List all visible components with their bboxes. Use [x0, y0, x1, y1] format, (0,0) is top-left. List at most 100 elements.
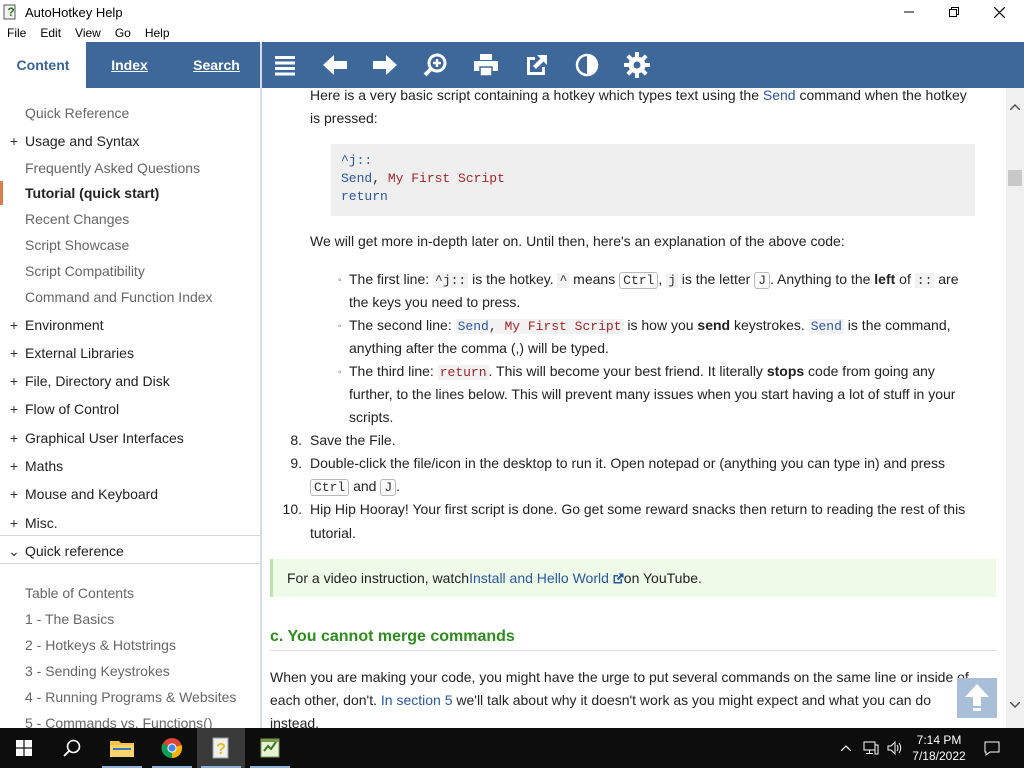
text: and	[349, 478, 381, 494]
start-button[interactable]	[0, 728, 48, 768]
expand-icon[interactable]: +	[8, 345, 20, 361]
sidebar-item-command-index[interactable]: Command and Function Index	[0, 285, 260, 309]
menu-help[interactable]: Help	[138, 26, 177, 40]
expand-icon[interactable]: +	[8, 486, 20, 502]
sidebar-item-flow-of-control[interactable]: + Flow of Control	[0, 397, 260, 421]
toc-item[interactable]: 1 - The Basics	[0, 607, 260, 631]
merge-paragraph-line3: instead.	[270, 715, 320, 728]
menu-edit[interactable]: Edit	[33, 26, 68, 40]
expand-icon[interactable]: +	[8, 133, 20, 149]
clock[interactable]: 7:14 PM 7/18/2022	[908, 732, 970, 764]
sidebar-item-label: Graphical User Interfaces	[25, 430, 184, 446]
section-5-link[interactable]: In section 5	[381, 692, 453, 708]
notifications-button[interactable]	[978, 728, 1006, 768]
text: is how you	[623, 317, 698, 333]
sidebar-item-faq[interactable]: Frequently Asked Questions	[0, 156, 260, 180]
text: is the command,	[843, 317, 951, 333]
sidebar-tabs: Content Index Search	[0, 42, 260, 88]
hamburger-menu-icon	[275, 56, 295, 76]
code-argument: My First Script	[387, 171, 505, 186]
menu-go[interactable]: Go	[108, 26, 138, 40]
close-button[interactable]	[976, 0, 1022, 24]
sidebar-item-label: Misc.	[25, 515, 58, 531]
sidebar-item-external-libraries[interactable]: + External Libraries	[0, 341, 260, 365]
back-button[interactable]	[320, 50, 350, 80]
sidebar-item-mouse-and-keyboard[interactable]: + Mouse and Keyboard	[0, 482, 260, 506]
code-line: Send, My First Script	[341, 170, 965, 188]
expand-icon[interactable]: +	[8, 458, 20, 474]
toc-item[interactable]: Table of Contents	[0, 581, 260, 605]
clock-date: 7/18/2022	[912, 749, 966, 763]
minimize-button[interactable]	[886, 0, 932, 24]
zoom-button[interactable]	[420, 50, 450, 80]
text: . This will become your best friend. It …	[488, 363, 767, 379]
bullet-third-line-cont: further, to the lines below. This will p…	[349, 386, 956, 402]
text: on YouTube.	[623, 569, 702, 586]
toggle-sidebar-button[interactable]	[270, 50, 300, 80]
scroll-to-top-button[interactable]	[957, 678, 997, 718]
volume-button[interactable]	[884, 728, 906, 768]
toc-item-label: 3 - Sending Keystrokes	[25, 663, 170, 679]
maximize-button[interactable]	[931, 0, 977, 24]
menu-view[interactable]: View	[68, 26, 108, 40]
forward-button[interactable]	[370, 50, 400, 80]
settings-button[interactable]	[622, 50, 652, 80]
intro-paragraph-line2: is pressed:	[310, 110, 378, 126]
taskbar-search-button[interactable]	[48, 728, 96, 768]
sidebar-item-file-directory-disk[interactable]: + File, Directory and Disk	[0, 369, 260, 393]
expand-icon[interactable]: +	[8, 430, 20, 446]
collapse-icon[interactable]: ⌄	[8, 543, 20, 560]
sidebar-item-misc[interactable]: + Misc.	[0, 511, 260, 535]
sidebar-item-tutorial[interactable]: Tutorial (quick start)	[0, 181, 260, 205]
sidebar-item-gui[interactable]: + Graphical User Interfaces	[0, 426, 260, 450]
sidebar-item-label: File, Directory and Disk	[25, 373, 170, 389]
toc-item[interactable]: 3 - Sending Keystrokes	[0, 659, 260, 683]
tab-index[interactable]: Index	[86, 42, 173, 88]
expand-icon[interactable]: +	[8, 317, 20, 333]
sidebar-item-quick-reference[interactable]: Quick Reference	[0, 101, 260, 125]
intro-paragraph: Here is a very basic script containing a…	[310, 88, 990, 107]
text: The first line:	[349, 271, 434, 287]
open-external-button[interactable]	[522, 50, 552, 80]
toc-item[interactable]: 4 - Running Programs & Websites	[0, 685, 260, 709]
scroll-thumb[interactable]	[1008, 170, 1022, 186]
bullet-third-line-cont: scripts.	[349, 409, 394, 425]
sidebar-item-environment[interactable]: + Environment	[0, 313, 260, 337]
sidebar-item-recent-changes[interactable]: Recent Changes	[0, 207, 260, 231]
vertical-scrollbar[interactable]	[1006, 88, 1024, 728]
send-link[interactable]: Send	[763, 88, 796, 103]
sidebar-item-usage-and-syntax[interactable]: + Usage and Syntax	[0, 129, 260, 153]
print-button[interactable]	[471, 50, 501, 80]
menu-file[interactable]: File	[0, 26, 33, 40]
network-button[interactable]	[860, 728, 882, 768]
expand-icon[interactable]: +	[8, 401, 20, 417]
expand-icon[interactable]: +	[8, 373, 20, 389]
tab-search[interactable]: Search	[173, 42, 260, 88]
install-hello-world-link[interactable]: Install and Hello World	[469, 567, 624, 590]
sidebar-quick-reference-header[interactable]: ⌄ Quick reference	[0, 539, 260, 563]
sidebar-item-script-compatibility[interactable]: Script Compatibility	[0, 259, 260, 283]
taskbar-chrome[interactable]	[148, 728, 196, 768]
notification-icon	[984, 741, 1000, 756]
sidebar-item-maths[interactable]: + Maths	[0, 454, 260, 478]
kbd-j: J	[754, 272, 770, 289]
text: means	[569, 271, 620, 287]
toc-item[interactable]: 5 - Commands vs. Functions()	[0, 711, 260, 728]
contrast-button[interactable]	[572, 50, 602, 80]
sidebar-item-script-showcase[interactable]: Script Showcase	[0, 233, 260, 257]
code-command: Send	[341, 171, 373, 186]
scroll-down-button[interactable]	[1006, 696, 1024, 714]
taskbar-autohotkey-help[interactable]: ?	[197, 728, 245, 768]
bold-text: stops	[766, 363, 805, 379]
taskbar-file-explorer[interactable]	[98, 728, 146, 768]
toc-item[interactable]: 2 - Hotkeys & Hotstrings	[0, 633, 260, 657]
taskbar-notepad-app[interactable]	[246, 728, 294, 768]
expand-icon[interactable]: +	[8, 515, 20, 531]
scroll-up-button[interactable]	[1006, 98, 1024, 116]
bullet-icon: ◦	[338, 367, 342, 378]
show-hidden-icons-button[interactable]	[836, 728, 856, 768]
code-line: ^j::	[341, 153, 373, 168]
window-title: AutoHotkey Help	[25, 4, 123, 20]
text: Here is a very basic script containing a…	[310, 88, 763, 103]
tab-content[interactable]: Content	[0, 42, 86, 88]
